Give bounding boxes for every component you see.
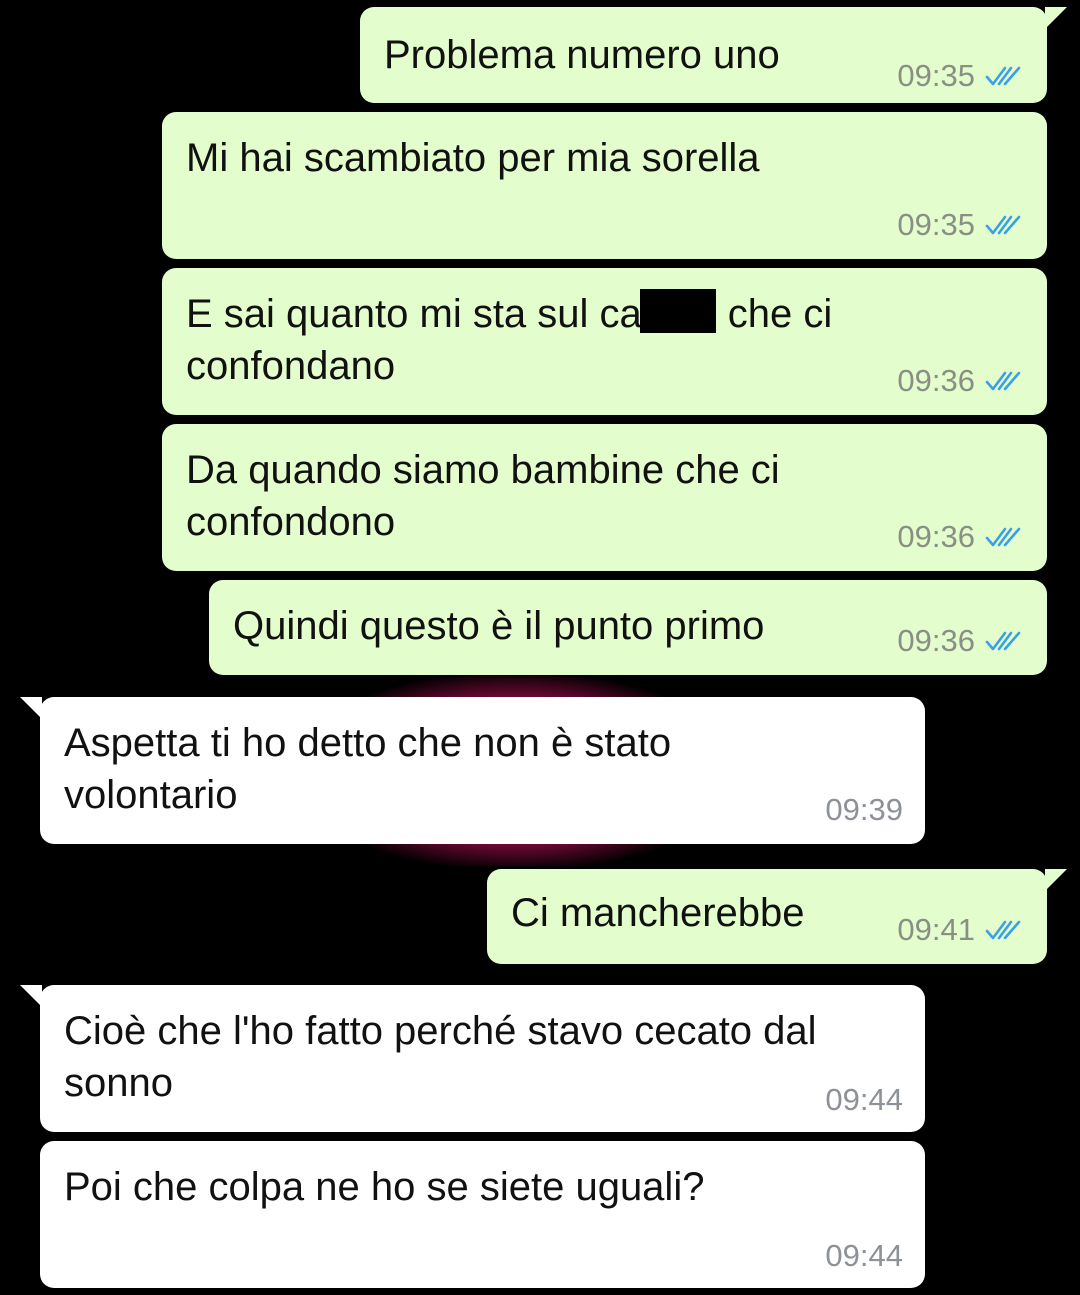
message-text: E sai quanto mi sta sul ca che ci confond… [186,288,832,392]
message-meta: 09:39 [825,793,903,827]
double-check-icon [985,631,1021,651]
message-bubble-outgoing[interactable]: Mi hai scambiato per mia sorella 09:35 [162,112,1047,259]
bubble-tail [1045,869,1067,891]
message-text-before-redaction: E sai quanto mi sta sul ca [186,292,642,336]
message-meta: 09:44 [825,1239,903,1273]
message-text: Problema numero uno [384,33,780,77]
message-text: Poi che colpa ne ho se siete uguali? [64,1165,705,1209]
message-time: 09:44 [825,1238,903,1273]
message-text: Cioè che l'ho fatto perché stavo cecato … [64,1009,817,1105]
message-meta: 09:36 [897,624,1025,658]
double-check-icon [985,215,1021,235]
message-meta: 09:41 [897,913,1025,947]
message-bubble-incoming[interactable]: Poi che colpa ne ho se siete uguali? 09:… [40,1141,925,1288]
message-meta: 09:35 [897,59,1025,93]
double-check-icon [985,527,1021,547]
message-text: Mi hai scambiato per mia sorella [186,136,760,180]
message-text: Da quando siamo bambine che ci confondon… [186,448,780,544]
message-meta: 09:44 [825,1083,903,1117]
double-check-icon [985,920,1021,940]
redaction-box [639,289,716,333]
bubble-tail [1045,7,1067,29]
message-bubble-outgoing[interactable]: E sai quanto mi sta sul ca che ci confond… [162,268,1047,415]
message-bubble-outgoing[interactable]: Problema numero uno 09:35 [360,7,1067,103]
message-time: 09:41 [897,912,975,947]
message-time: 09:36 [897,623,975,658]
double-check-icon [985,66,1021,86]
message-bubble-outgoing[interactable]: Ci mancherebbe 09:41 [487,869,1067,964]
message-bubble-incoming[interactable]: Aspetta ti ho detto che non è stato volo… [20,697,925,844]
message-text: Ci mancherebbe [511,891,805,935]
message-time: 09:44 [825,1082,903,1117]
message-time: 09:35 [897,58,975,93]
message-bubble-incoming[interactable]: Cioè che l'ho fatto perché stavo cecato … [20,985,925,1132]
chat-window: Problema numero uno 09:35 Mi hai scambia… [0,0,1080,1295]
message-time: 09:35 [897,207,975,242]
message-text: Quindi questo è il punto primo [233,604,765,648]
message-bubble-outgoing[interactable]: Da quando siamo bambine che ci confondon… [162,424,1047,571]
message-time: 09:36 [897,363,975,398]
message-text: Aspetta ti ho detto che non è stato volo… [64,721,672,817]
message-meta: 09:36 [897,364,1025,398]
message-meta: 09:36 [897,520,1025,554]
message-bubble-outgoing[interactable]: Quindi questo è il punto primo 09:36 [209,580,1047,675]
bubble-tail [20,697,42,719]
message-meta: 09:35 [897,208,1025,242]
message-time: 09:36 [897,519,975,554]
bubble-tail [20,985,42,1007]
double-check-icon [985,371,1021,391]
message-time: 09:39 [825,792,903,827]
